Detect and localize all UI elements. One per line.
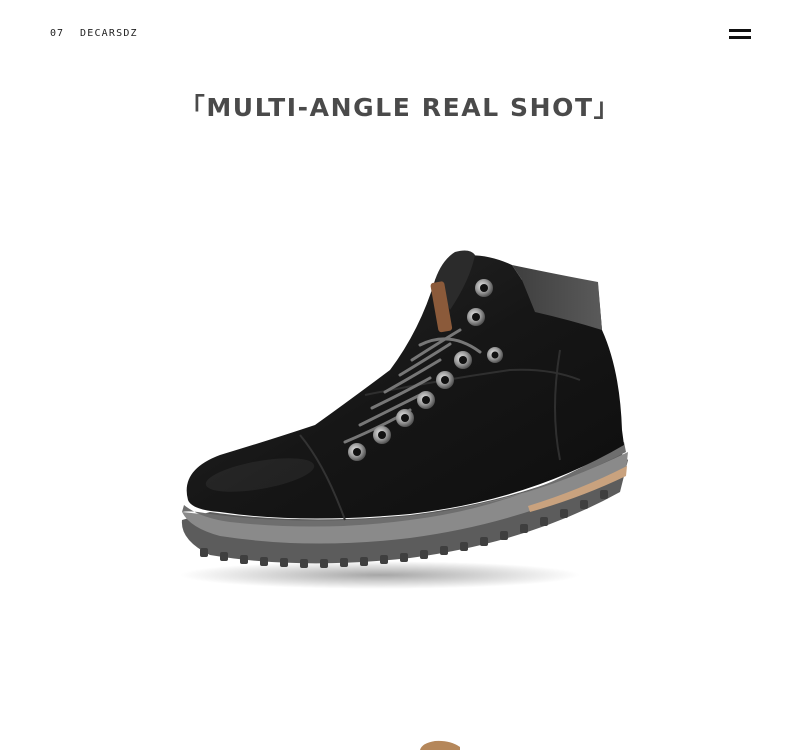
section-title: 「MULTI-ANGLE REAL SHOT」 [179,93,621,122]
top-bar: 07 DECARSDZ [0,24,800,46]
menu-bar-top [729,29,751,32]
boot-product-image [180,250,628,589]
menu-bar-bottom [729,36,751,39]
brand-name: DECARSDZ [80,28,138,39]
hamburger-menu-icon[interactable] [726,26,754,44]
page-number: 07 [50,28,65,39]
next-boot-image-partial [420,740,460,750]
boot-shadow [180,561,580,589]
